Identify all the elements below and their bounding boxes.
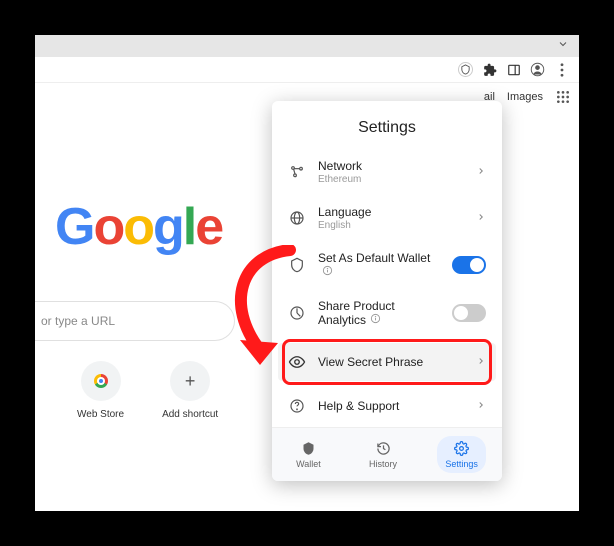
popup-title: Settings xyxy=(272,101,502,149)
chevron-down-icon[interactable] xyxy=(557,37,569,55)
gear-icon xyxy=(454,440,470,456)
row-analytics[interactable]: Share Product Analytics xyxy=(272,289,502,337)
tile-label: Add shortcut xyxy=(162,409,218,420)
row-label: Help & Support xyxy=(318,399,464,413)
plus-icon: + xyxy=(170,361,210,401)
info-icon xyxy=(322,265,334,277)
browser-toolbar xyxy=(35,57,579,83)
bottom-nav: Wallet History Settings xyxy=(272,427,502,481)
row-label: Network xyxy=(318,159,464,173)
nav-settings[interactable]: Settings xyxy=(437,436,486,473)
chevron-right-icon xyxy=(476,397,486,415)
row-default-wallet[interactable]: Set As Default Wallet xyxy=(272,241,502,289)
menu-dots-icon[interactable] xyxy=(554,62,569,77)
images-link[interactable]: Images xyxy=(507,91,543,103)
wallet-icon xyxy=(300,440,316,456)
row-view-secret-phrase[interactable]: View Secret Phrase xyxy=(278,343,496,381)
shield-icon[interactable] xyxy=(458,62,473,77)
tile-label: Web Store xyxy=(77,409,124,420)
row-label: View Secret Phrase xyxy=(318,355,464,369)
sidepanel-icon[interactable] xyxy=(506,62,521,77)
nav-history[interactable]: History xyxy=(361,436,405,473)
row-label: Share Product Analytics xyxy=(318,299,440,327)
row-sublabel: Ethereum xyxy=(318,174,464,185)
row-help-support[interactable]: Help & Support xyxy=(272,387,502,425)
toggle-default-wallet[interactable] xyxy=(452,256,486,274)
help-icon xyxy=(288,397,306,415)
row-label: Language xyxy=(318,205,464,219)
settings-list: Network Ethereum Language English xyxy=(272,149,502,427)
search-placeholder: or type a URL xyxy=(41,314,115,328)
window-titlebar xyxy=(35,35,579,57)
history-icon xyxy=(375,440,391,456)
chevron-right-icon xyxy=(476,353,486,371)
analytics-icon xyxy=(288,304,306,322)
profile-icon[interactable] xyxy=(530,62,545,77)
chevron-right-icon xyxy=(476,209,486,227)
extension-popup: Settings Network Ethereum Language Eng xyxy=(272,101,502,481)
info-icon xyxy=(370,313,382,325)
chevron-right-icon xyxy=(476,163,486,181)
row-language[interactable]: Language English xyxy=(272,195,502,241)
google-logo: Google xyxy=(55,197,222,257)
nav-label: Settings xyxy=(445,459,478,469)
tile-add-shortcut[interactable]: + Add shortcut xyxy=(162,361,218,420)
extensions-icon[interactable] xyxy=(482,62,497,77)
chrome-icon xyxy=(81,361,121,401)
apps-grid-icon[interactable] xyxy=(555,89,571,105)
row-network[interactable]: Network Ethereum xyxy=(272,149,502,195)
browser-window: ail Images Google or type a URL Web Stor… xyxy=(35,35,579,511)
nav-label: Wallet xyxy=(296,459,321,469)
row-label: Set As Default Wallet xyxy=(318,251,440,279)
shortcut-tiles: Web Store + Add shortcut xyxy=(77,361,218,420)
shield-icon xyxy=(288,256,306,274)
toggle-analytics[interactable] xyxy=(452,304,486,322)
nav-label: History xyxy=(369,459,397,469)
search-input[interactable]: or type a URL xyxy=(35,301,235,341)
globe-icon xyxy=(288,209,306,227)
tile-web-store[interactable]: Web Store xyxy=(77,361,124,420)
nav-wallet[interactable]: Wallet xyxy=(288,436,329,473)
network-icon xyxy=(288,163,306,181)
row-sublabel: English xyxy=(318,220,464,231)
eye-icon xyxy=(288,353,306,371)
